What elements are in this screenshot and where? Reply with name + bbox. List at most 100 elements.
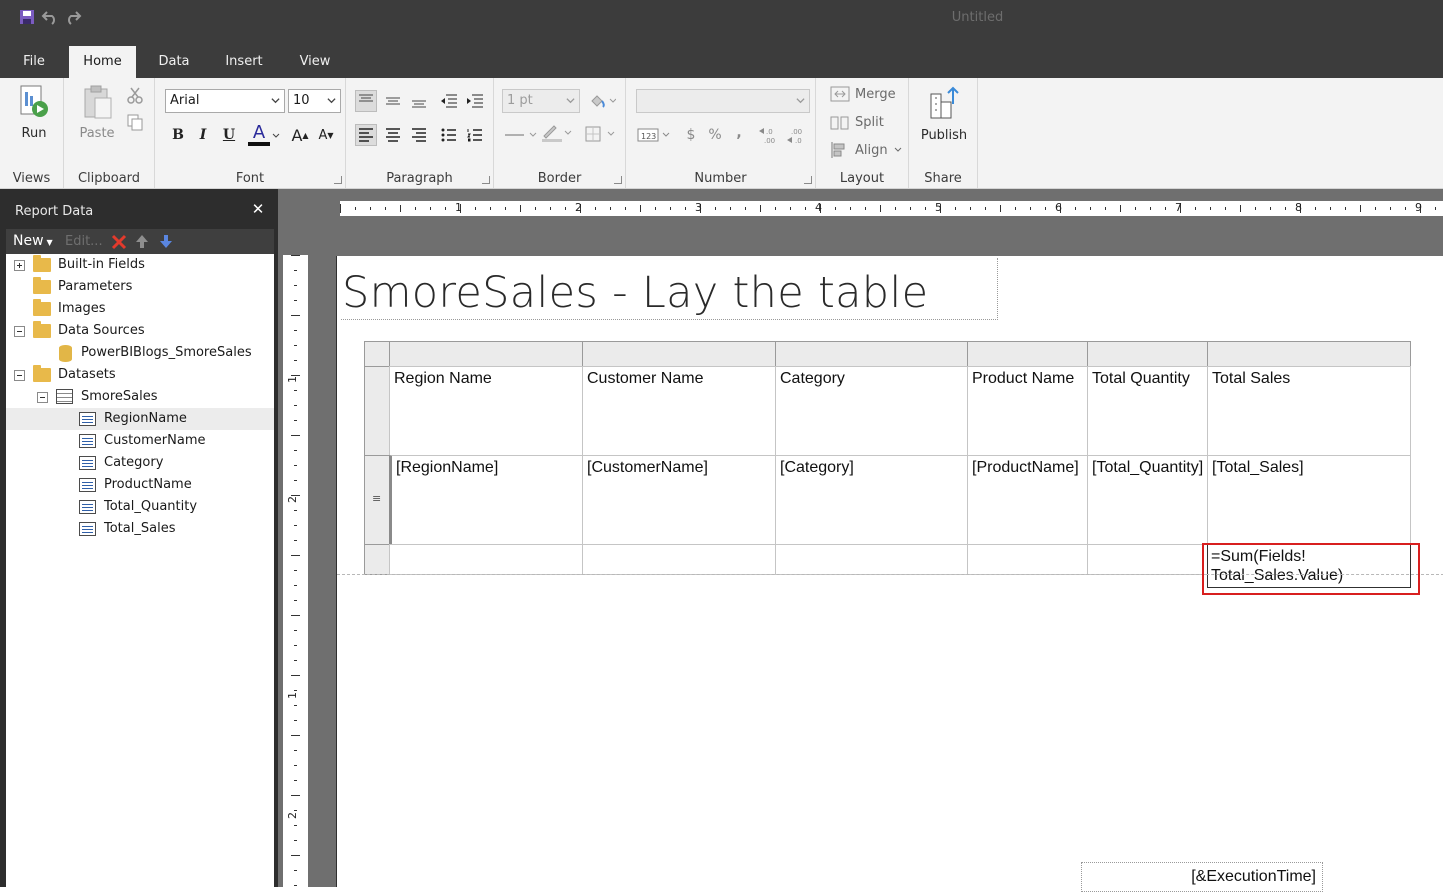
row-handle[interactable] (364, 544, 390, 575)
header-cell[interactable]: Total Quantity (1087, 366, 1208, 456)
tree-node-dataset[interactable]: SmoreSales (6, 386, 274, 408)
publish-button[interactable]: Publish (919, 84, 969, 143)
total-cell[interactable] (1087, 544, 1208, 575)
tab-home[interactable]: Home (69, 46, 136, 78)
borders-icon[interactable] (584, 123, 620, 145)
decrease-indent-icon[interactable] (438, 90, 460, 112)
grow-font-icon[interactable]: A ▲ (289, 124, 311, 146)
detail-cell[interactable]: [Total_Sales] (1207, 455, 1411, 545)
column-handle[interactable] (775, 341, 968, 367)
cut-icon[interactable] (124, 84, 146, 106)
move-up-icon[interactable] (135, 234, 149, 249)
merge-button[interactable]: Merge (829, 85, 896, 103)
collapse-icon[interactable] (14, 326, 25, 337)
numbering-icon[interactable] (464, 124, 486, 146)
run-button[interactable]: Run (12, 84, 56, 141)
align-bottom-icon[interactable] (408, 90, 430, 112)
tree-node-field[interactable]: Total_Sales (6, 518, 274, 540)
row-handle[interactable] (364, 366, 390, 456)
increase-indent-icon[interactable] (464, 90, 486, 112)
column-handle[interactable] (1087, 341, 1208, 367)
shrink-font-icon[interactable]: A ▼ (315, 124, 337, 146)
align-top-icon[interactable] (355, 90, 377, 112)
align-right-icon[interactable] (408, 124, 430, 146)
column-handle[interactable] (967, 341, 1088, 367)
tree-node-images[interactable]: Images (6, 298, 274, 320)
tree-node-datasets[interactable]: Datasets (6, 364, 274, 386)
close-icon[interactable]: ✕ (250, 201, 266, 217)
paste-button[interactable]: Paste (74, 84, 120, 141)
font-dialog-launcher-icon[interactable] (334, 176, 342, 184)
detail-cell[interactable]: [Category] (775, 455, 968, 545)
header-cell[interactable]: Category (775, 366, 968, 456)
header-cell[interactable]: Customer Name (582, 366, 776, 456)
tree-node-field[interactable]: Category (6, 452, 274, 474)
tree-node-parameters[interactable]: Parameters (6, 276, 274, 298)
placeholder-format-icon[interactable]: 123 (636, 124, 674, 146)
collapse-icon[interactable] (37, 392, 48, 403)
tab-view[interactable]: View (290, 46, 340, 78)
table-corner-handle[interactable] (364, 341, 390, 367)
delete-icon[interactable] (111, 234, 127, 250)
font-color-button[interactable]: A (248, 122, 270, 146)
footer-textbox[interactable]: [&ExecutionTime] (1081, 862, 1323, 892)
detail-cell[interactable]: [CustomerName] (582, 455, 776, 545)
percent-button[interactable]: % (704, 124, 726, 146)
paragraph-dialog-launcher-icon[interactable] (482, 176, 490, 184)
number-format-select[interactable] (636, 89, 810, 113)
bullets-icon[interactable] (438, 124, 460, 146)
italic-button[interactable]: I (192, 124, 214, 146)
column-handle[interactable] (1207, 341, 1411, 367)
row-handle-details[interactable]: ≡ (364, 455, 390, 545)
detail-cell[interactable]: [RegionName] (389, 455, 583, 545)
comma-button[interactable]: , (728, 122, 750, 144)
total-cell[interactable] (582, 544, 776, 575)
decrease-decimal-icon[interactable]: .00.0 (786, 124, 812, 146)
align-button[interactable]: Align (829, 141, 902, 159)
report-title-textbox[interactable]: SmoreSales - Lay the table (341, 258, 998, 320)
column-handle[interactable] (389, 341, 583, 367)
detail-cell[interactable]: [Total_Quantity] (1087, 455, 1208, 545)
new-button[interactable]: New ▼ (13, 233, 53, 249)
total-cell[interactable] (389, 544, 583, 575)
tree-node-data-source[interactable]: PowerBIBlogs_SmoreSales (6, 342, 274, 364)
total-cell[interactable] (775, 544, 968, 575)
fill-color-icon[interactable] (586, 90, 618, 112)
underline-button[interactable]: U (218, 124, 240, 146)
expand-icon[interactable] (14, 260, 25, 271)
tree-node-field[interactable]: RegionName (6, 408, 274, 430)
tree-node-field[interactable]: CustomerName (6, 430, 274, 452)
increase-decimal-icon[interactable]: .0.00 (758, 124, 784, 146)
tab-file[interactable]: File (12, 46, 56, 78)
align-left-icon[interactable] (355, 124, 377, 146)
header-cell[interactable]: Region Name (389, 366, 583, 456)
total-cell[interactable] (967, 544, 1088, 575)
tree-node-data-sources[interactable]: Data Sources (6, 320, 274, 342)
border-width-select[interactable]: 1 pt (502, 89, 580, 113)
column-handle[interactable] (582, 341, 776, 367)
border-style-icon[interactable] (504, 124, 540, 146)
copy-icon[interactable] (124, 111, 146, 133)
align-middle-icon[interactable] (382, 90, 404, 112)
header-cell[interactable]: Total Sales (1207, 366, 1411, 456)
border-color-icon[interactable] (541, 122, 573, 144)
tree-node-built-in-fields[interactable]: Built-in Fields (6, 254, 274, 276)
header-cell[interactable]: Product Name (967, 366, 1088, 456)
edit-button[interactable]: Edit... (65, 234, 103, 249)
execution-time-field: [&ExecutionTime] (1191, 868, 1316, 885)
split-button[interactable]: Split (829, 113, 884, 131)
font-size-select[interactable]: 10 (288, 89, 341, 113)
detail-cell[interactable]: [ProductName] (967, 455, 1088, 545)
tree-node-field[interactable]: Total_Quantity (6, 496, 274, 518)
font-name-select[interactable]: Arial (165, 89, 285, 113)
align-center-icon[interactable] (382, 124, 404, 146)
tab-insert[interactable]: Insert (214, 46, 274, 78)
border-dialog-launcher-icon[interactable] (614, 176, 622, 184)
currency-button[interactable]: $ (680, 124, 702, 146)
tab-data[interactable]: Data (148, 46, 200, 78)
collapse-icon[interactable] (14, 370, 25, 381)
bold-button[interactable]: B (167, 124, 189, 146)
move-down-icon[interactable] (159, 234, 173, 249)
number-dialog-launcher-icon[interactable] (804, 176, 812, 184)
tree-node-field[interactable]: ProductName (6, 474, 274, 496)
